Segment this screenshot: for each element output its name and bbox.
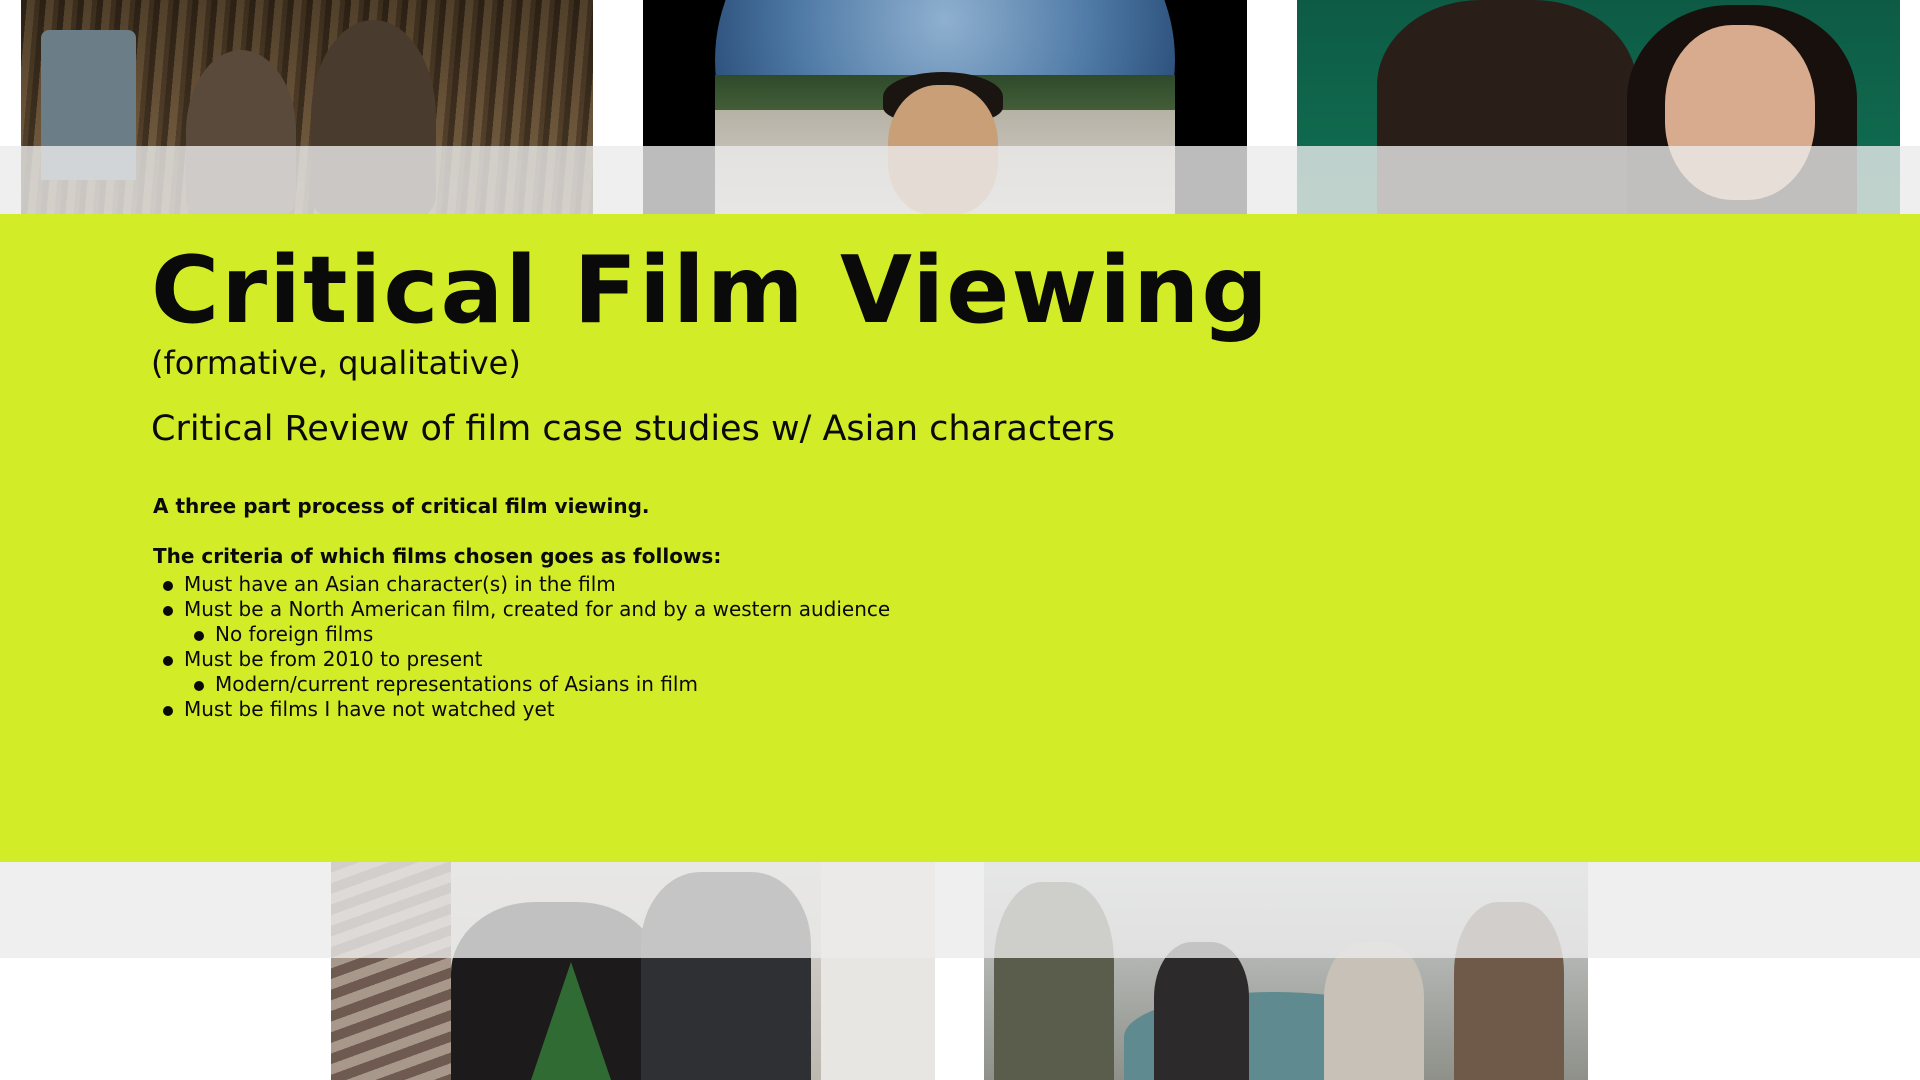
- criteria-subitem: Modern/current representations of Asians…: [151, 672, 890, 697]
- slide-title: Critical Film Viewing: [151, 236, 1270, 344]
- criteria-subitem-text: No foreign films: [215, 622, 374, 646]
- bottom-translucent-band: [0, 862, 1920, 958]
- bullet-icon: [163, 656, 173, 666]
- slide-subtitle: (formative, qualitative): [151, 344, 521, 382]
- intro-text: A three part process of critical film vi…: [153, 494, 650, 518]
- top-translucent-band: [0, 146, 1920, 214]
- criteria-item: Must be a North American film, created f…: [151, 597, 890, 622]
- criteria-subitem-text: Modern/current representations of Asians…: [215, 672, 698, 696]
- section-heading: Critical Review of film case studies w/ …: [151, 409, 1115, 449]
- bullet-icon: [194, 631, 204, 641]
- content-panel: Critical Film Viewing (formative, qualit…: [0, 214, 1920, 862]
- criteria-list: Must have an Asian character(s) in the f…: [151, 572, 890, 722]
- bullet-icon: [163, 706, 173, 716]
- criteria-item-text: Must be from 2010 to present: [184, 647, 483, 671]
- criteria-item: Must have an Asian character(s) in the f…: [151, 572, 890, 597]
- bullet-icon: [194, 681, 204, 691]
- criteria-heading: The criteria of which films chosen goes …: [153, 544, 722, 568]
- bullet-icon: [163, 581, 173, 591]
- criteria-item: Must be from 2010 to present: [151, 647, 890, 672]
- criteria-item-text: Must have an Asian character(s) in the f…: [184, 572, 616, 596]
- criteria-item: Must be films I have not watched yet: [151, 697, 890, 722]
- criteria-item-text: Must be a North American film, created f…: [184, 597, 891, 621]
- criteria-item-text: Must be films I have not watched yet: [184, 697, 555, 721]
- criteria-subitem: No foreign films: [151, 622, 890, 647]
- bullet-icon: [163, 606, 173, 616]
- slide: Critical Film Viewing (formative, qualit…: [0, 0, 1920, 1080]
